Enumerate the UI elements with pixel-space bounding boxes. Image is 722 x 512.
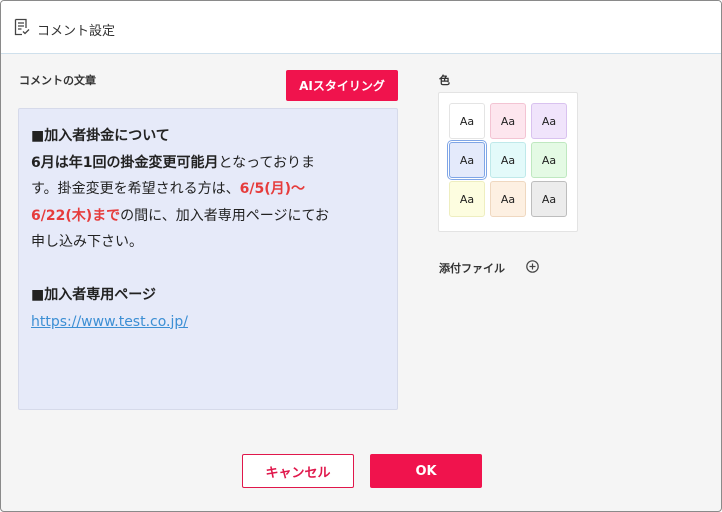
comment-link[interactable]: https://www.test.co.jp/ xyxy=(31,314,188,330)
comment-line-link: https://www.test.co.jp/ xyxy=(31,309,385,336)
comment-heading-1: ■加入者掛金について xyxy=(31,128,170,144)
comment-line-1: 6月は年1回の掛金変更可能月となっておりま xyxy=(31,150,385,177)
comment-text: の間に、加入者専用ページにてお xyxy=(120,207,330,224)
color-swatch-panel: Aa Aa Aa Aa Aa Aa Aa Aa Aa xyxy=(438,92,578,232)
ai-styling-button[interactable]: AIスタイリング xyxy=(286,70,398,101)
comment-bold-text: 6月は年1回の掛金変更可能月 xyxy=(31,154,219,171)
comment-line-2: す。掛金変更を希望される方は、6/5(月)〜 xyxy=(31,176,385,203)
color-swatch[interactable]: Aa xyxy=(490,142,526,178)
ok-button[interactable]: OK xyxy=(370,454,482,488)
comment-settings-dialog: コメント設定 コメントの文章 AIスタイリング ■加入者掛金について 6月は年1… xyxy=(0,0,722,512)
document-lines-icon xyxy=(14,18,30,36)
comment-text: となっておりま xyxy=(218,154,315,171)
comment-red-date: 6/22(木)まで xyxy=(31,207,121,224)
color-swatch[interactable]: Aa xyxy=(490,181,526,217)
plus-circle-icon[interactable] xyxy=(526,260,539,273)
color-swatch[interactable]: Aa xyxy=(490,103,526,139)
color-label: 色 xyxy=(439,74,450,87)
color-swatch[interactable]: Aa xyxy=(531,103,567,139)
comment-text-label: コメントの文章 xyxy=(19,74,96,87)
comment-blank-line xyxy=(31,256,385,283)
comment-line-3: 6/22(木)までの間に、加入者専用ページにてお xyxy=(31,203,385,230)
cancel-button[interactable]: キャンセル xyxy=(242,454,354,488)
color-swatch[interactable]: Aa xyxy=(449,181,485,217)
comment-heading-2: ■加入者専用ページ xyxy=(31,287,156,303)
comment-text-area[interactable]: ■加入者掛金について 6月は年1回の掛金変更可能月となっておりま す。掛金変更を… xyxy=(18,108,398,410)
dialog-titlebar: コメント設定 xyxy=(1,1,721,54)
comment-line-4: 申し込み下さい。 xyxy=(31,234,143,250)
attachment-label: 添付ファイル xyxy=(439,262,505,275)
color-swatch[interactable]: Aa xyxy=(531,181,567,217)
color-swatch[interactable]: Aa xyxy=(531,142,567,178)
comment-text: す。掛金変更を希望される方は、 xyxy=(31,181,240,197)
color-swatch[interactable]: Aa xyxy=(449,142,485,178)
color-swatch[interactable]: Aa xyxy=(449,103,485,139)
comment-red-date: 6/5(月)〜 xyxy=(239,181,306,197)
dialog-title: コメント設定 xyxy=(37,24,116,39)
